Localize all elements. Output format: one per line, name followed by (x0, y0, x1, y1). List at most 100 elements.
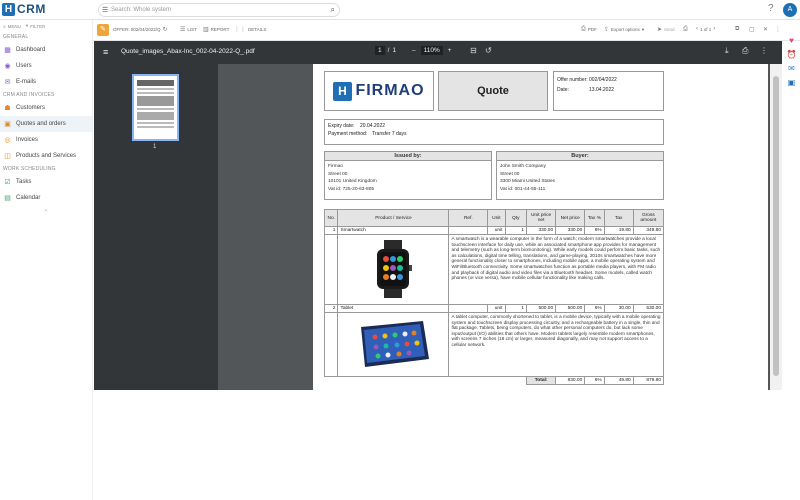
help-icon[interactable]: ? (768, 3, 774, 14)
export-options-button[interactable]: ⇪ Export options ▾ (604, 26, 644, 34)
record-toolbar: ✎ OFFER: 002/04/2022/Q ↻ ☰ LIST ▥ REPORT ⋮⋮… (93, 20, 800, 41)
issuer-line: Vat id: 725-20-63-805 (328, 186, 375, 192)
total-tax-pct: 6% (584, 376, 605, 385)
zoom-level[interactable]: 110% (420, 46, 443, 55)
sidebar-item-label: E-mails (16, 79, 37, 85)
sidebar-item-products[interactable]: ◫ Products and Services (0, 148, 92, 164)
payment-value: Transfer 7 days (372, 131, 407, 137)
pdf-filename: Quote_images_Abax-Inc_002-04-2022-Q_.pdf (121, 48, 255, 55)
total-gross: 879.80 (632, 376, 665, 385)
download-icon[interactable]: ⤓ (725, 46, 729, 56)
export-icon: ⇪ (604, 27, 610, 33)
new-doc-icon: ▢ (749, 27, 755, 33)
total-net: 830.00 (555, 376, 586, 385)
print-button[interactable]: ⎙ (683, 26, 688, 33)
sidebar-item-customers[interactable]: ☗ Customers (0, 100, 92, 116)
more-icon[interactable]: ⌄ (0, 206, 92, 213)
page-separator: / (387, 47, 390, 54)
issued-by-header: Issued by: (325, 152, 491, 161)
list-button[interactable]: ☰ LIST (180, 26, 197, 33)
filter-toggle[interactable]: ▾ FILTER (26, 23, 45, 29)
sidebar-item-tasks[interactable]: ☑ Tasks (0, 174, 92, 190)
rotate-icon[interactable]: ↺ (485, 46, 492, 55)
date-value: 13.04.2022 (589, 87, 615, 93)
tasks-icon: ☑ (4, 179, 11, 186)
more-vertical-icon[interactable]: ⋮ (760, 46, 768, 55)
avatar[interactable]: A (783, 3, 797, 17)
close-button[interactable]: ✕ (763, 26, 768, 33)
sidebar-item-invoices[interactable]: ◎ Invoices (0, 132, 92, 148)
sidebar-item-quotes[interactable]: ▣ Quotes and orders (0, 116, 92, 132)
send-button[interactable]: ➤ Send (657, 26, 675, 33)
viewer-scrollbar[interactable] (770, 64, 782, 390)
send-label: Send (664, 27, 675, 32)
chat-icon[interactable]: ✉ (788, 64, 795, 73)
total-label: Total: (526, 376, 557, 385)
print-icon[interactable]: ⎙ (742, 46, 748, 56)
prev-icon[interactable]: ‹ (696, 26, 698, 32)
app-logo[interactable]: H CRM (2, 2, 46, 16)
page-thumbnail[interactable] (132, 74, 179, 141)
pdf-button[interactable]: ⎙ PDF (581, 26, 597, 33)
sidebar-item-dashboard[interactable]: ▦ Dashboard (0, 42, 92, 58)
page-number-input[interactable]: 1 (375, 46, 385, 55)
refresh-icon[interactable]: ↻ (163, 26, 168, 33)
zoom-in-button[interactable]: + (448, 47, 452, 54)
total-tax: 49.80 (603, 376, 634, 385)
thumbnail-panel: 1 (94, 64, 218, 390)
buyer-address: John Smith Company Street 00 3300 Miami … (497, 161, 663, 195)
menu-toggle[interactable]: ≡ MENU (3, 24, 21, 29)
search-input[interactable]: ☰ Search: Whole system ⌕ (98, 3, 340, 17)
cell-net: 500.00 (555, 304, 586, 313)
sidebar-item-label: Products and Services (16, 153, 77, 159)
offer-number-value: 002/04/2022 (589, 77, 617, 83)
heart-icon[interactable]: ♥ (789, 36, 794, 45)
cell-tax: 30.00 (603, 304, 634, 313)
details-icon: ⋮⋮ (234, 27, 246, 33)
column-header: Tax % (584, 209, 605, 227)
next-icon[interactable]: › (713, 26, 715, 32)
scrollbar-thumb[interactable] (773, 76, 779, 376)
filter-label: FILTER (30, 23, 46, 29)
cell-qty: 1 (504, 226, 528, 235)
cell-gross: 349.80 (632, 226, 665, 235)
search-scope-icon: ☰ (102, 7, 109, 14)
buyer-line: Vat id: 001-44-55-111 (500, 186, 546, 192)
search-icon[interactable]: ⌕ (331, 4, 335, 16)
expiry-row: Expiry date: 20.04.2022 (328, 123, 660, 129)
invoice-icon: ◎ (4, 137, 11, 144)
alarm-icon[interactable]: ⏰ (787, 50, 797, 59)
details-button[interactable]: ⋮⋮ DETAILS (234, 26, 266, 33)
firmao-icon[interactable]: ▣ (788, 78, 796, 87)
section-work: WORK SCHEDULING (3, 166, 56, 172)
expiry-value: 20.04.2022 (360, 123, 386, 129)
sidebar-item-users[interactable]: ◉ Users (0, 58, 92, 74)
product-image-cell (337, 234, 450, 305)
buyer-line: Street 00 (500, 171, 520, 177)
firmao-logo: H FIRMAO (333, 81, 424, 101)
column-header: Tax (603, 209, 634, 227)
new-button[interactable]: ▢ (749, 26, 755, 33)
app-name: CRM (17, 2, 46, 16)
cell-no: 2 (323, 304, 339, 313)
copy-button[interactable]: ⧉ (735, 26, 739, 33)
fit-page-icon[interactable]: ⊟ (470, 46, 477, 55)
cell-no: 1 (323, 226, 339, 235)
pager-label: 1 of 1 (700, 26, 712, 32)
menu-icon[interactable]: ≡ (103, 47, 108, 57)
sidebar-item-calendar[interactable]: ▤ Calendar (0, 190, 92, 206)
offer-number-row: Offer number: 002/04/2022 (557, 77, 660, 83)
issued-by-address: Firmao Street 00 10101 United Kingdom Va… (325, 161, 491, 195)
more-options-button[interactable]: ⋮ (775, 26, 781, 33)
date-row: Date: 13.04.2022 (557, 87, 660, 93)
table-row: 1 Smartwatch unit 1 330.00 330.00 6% 19.… (323, 226, 665, 235)
report-label: REPORT (210, 27, 230, 32)
product-description: A smartwatch is a wearable computer in t… (448, 234, 664, 305)
report-button[interactable]: ▥ REPORT (203, 26, 229, 33)
sidebar: ≡ MENU ▾ FILTER GENERAL ▦ Dashboard ◉ Users … (0, 20, 93, 500)
offer-number-label: Offer number: (557, 77, 588, 83)
filter-icon: ▾ (25, 23, 29, 28)
sidebar-item-emails[interactable]: ✉ E-mails (0, 74, 92, 90)
user-icon: ◉ (4, 63, 11, 70)
zoom-out-button[interactable]: – (412, 47, 416, 54)
